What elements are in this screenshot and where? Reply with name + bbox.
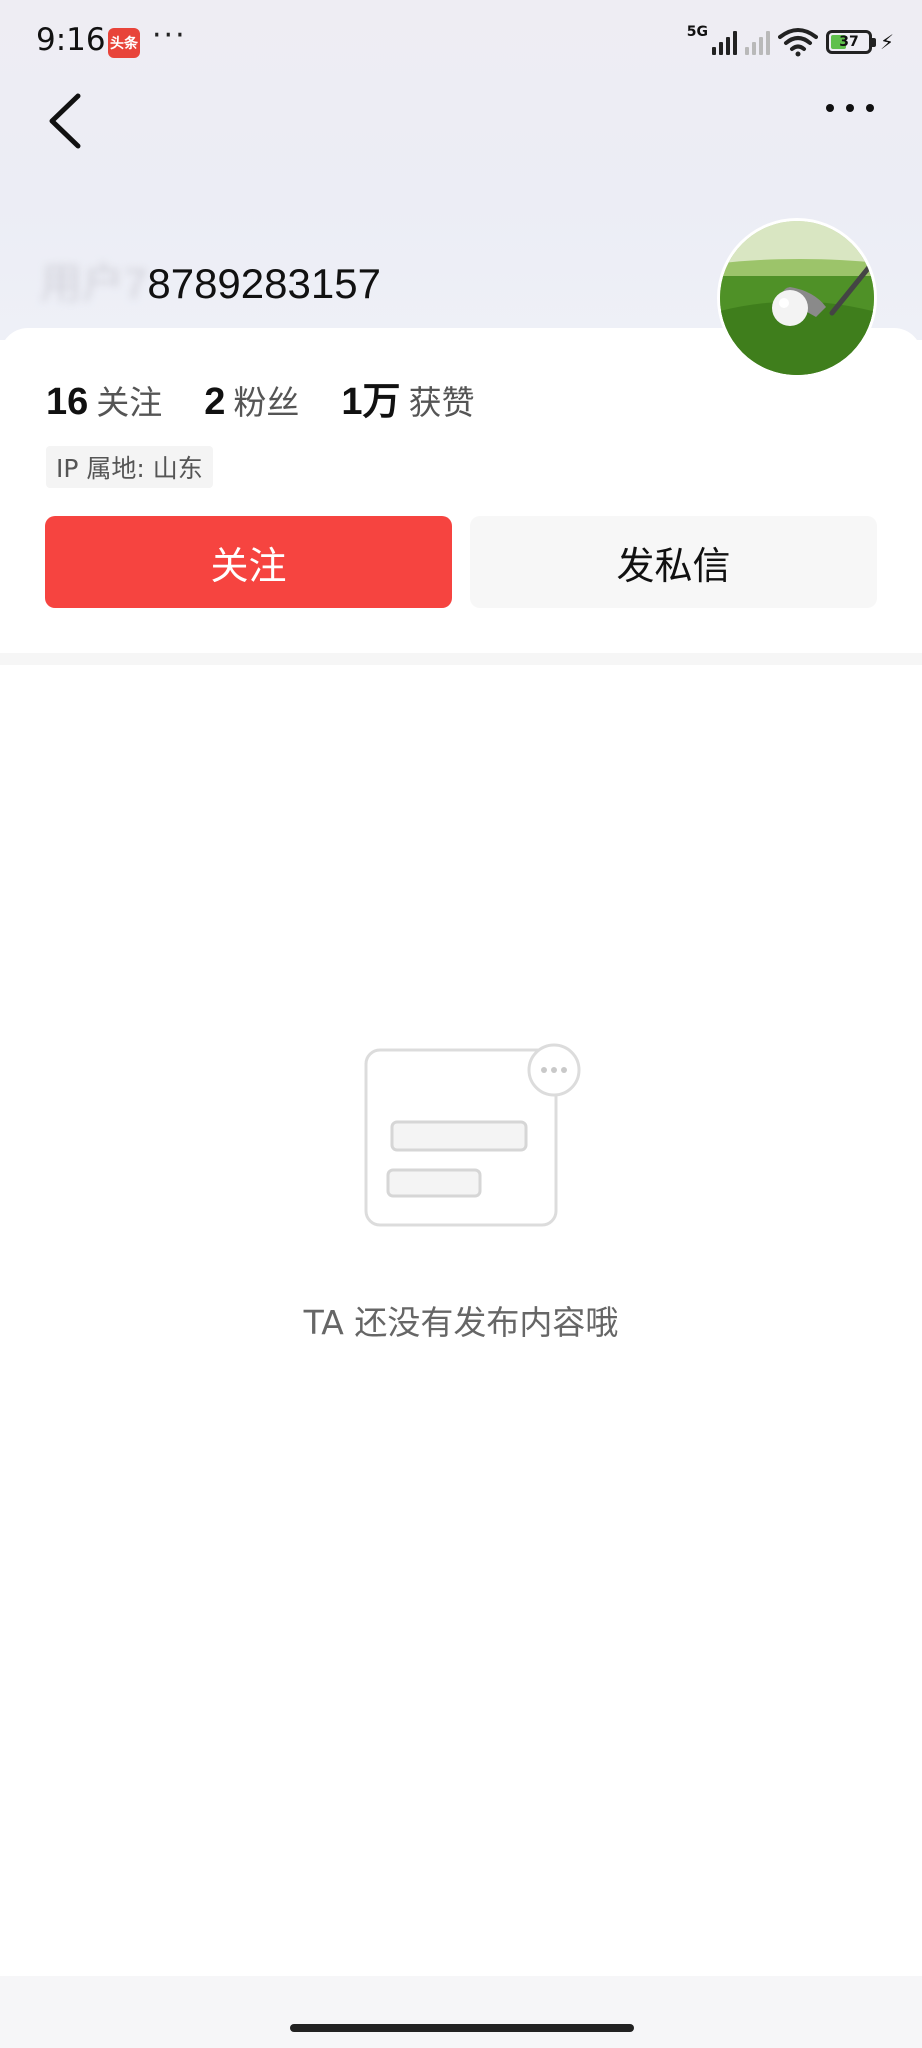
username-visible-part: 8789283157 (147, 260, 381, 307)
send-message-button[interactable]: 发私信 (470, 516, 877, 608)
following-count: 16 (46, 381, 89, 423)
profile-stats: 16 关注 2 粉丝 1万 获赞 (46, 370, 517, 425)
ip-location-badge: IP 属地: 山东 (46, 446, 213, 488)
network-type-label: 5G (686, 24, 708, 40)
battery-level: 37 (839, 34, 859, 50)
avatar[interactable] (717, 218, 877, 378)
golf-ball-avatar-image (720, 221, 874, 375)
battery-icon: 37 (825, 30, 876, 54)
status-time: 9:16 (36, 22, 106, 58)
more-dots-icon (826, 104, 834, 112)
bolt-icon: ⚡ (879, 30, 894, 54)
stat-followers[interactable]: 2 粉丝 (204, 376, 299, 424)
empty-content-icon (364, 1043, 581, 1227)
likes-count: 1万 (341, 381, 401, 423)
app-notification-icon: 头条 (108, 28, 140, 58)
empty-state-message: TA 还没有发布内容哦 (303, 1303, 619, 1342)
status-icons: 5G 37 ⚡ (687, 24, 894, 60)
profile-username: 用户78789283157 (40, 250, 381, 311)
stat-likes[interactable]: 1万 获赞 (341, 370, 474, 425)
username-obscured-part: 用户7 (40, 260, 148, 307)
back-button[interactable] (40, 88, 90, 154)
follow-button[interactable]: 关注 (45, 516, 452, 608)
likes-label: 获赞 (408, 383, 475, 422)
signal-secondary-icon (744, 29, 770, 55)
stat-following[interactable]: 16 关注 (46, 376, 162, 424)
followers-label: 粉丝 (233, 383, 300, 422)
home-indicator[interactable] (290, 2024, 634, 2032)
status-more-indicator: ··· (152, 18, 187, 53)
more-options-button[interactable] (826, 104, 874, 112)
wifi-icon (777, 28, 818, 57)
bottom-safe-area (0, 1976, 922, 2048)
following-label: 关注 (96, 383, 163, 422)
followers-count: 2 (204, 381, 226, 423)
section-divider (0, 653, 922, 665)
signal-icon (711, 29, 737, 55)
